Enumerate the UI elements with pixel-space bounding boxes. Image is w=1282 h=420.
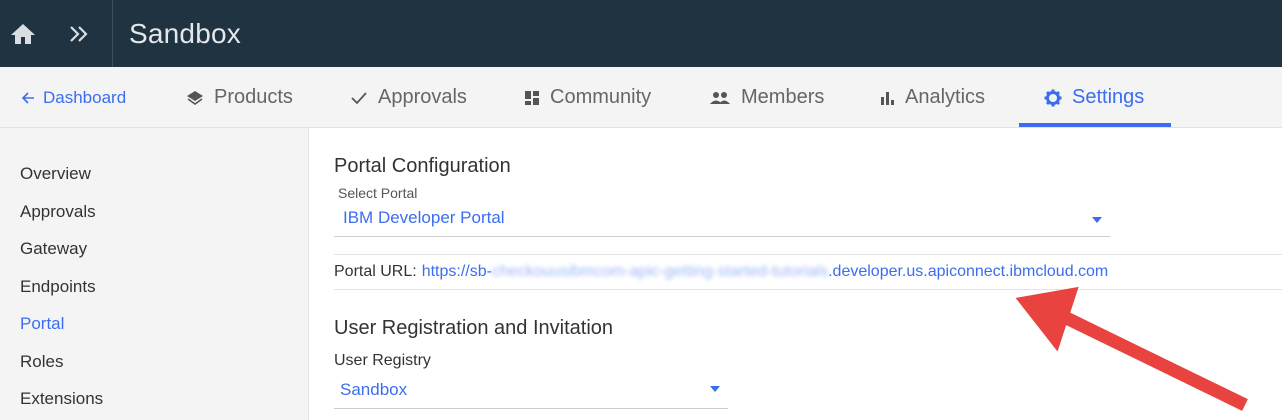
arrow-left-icon [21, 91, 35, 105]
header-divider [112, 0, 113, 67]
active-tab-indicator [1019, 123, 1171, 127]
sidebar-item-overview[interactable]: Overview [20, 164, 91, 184]
tab-label: Community [550, 86, 652, 108]
tab-analytics[interactable]: Analytics [879, 67, 985, 128]
user-registry-underline [334, 408, 728, 409]
tab-label: Settings [1072, 86, 1145, 108]
tab-products[interactable]: Products [186, 67, 293, 128]
tab-community[interactable]: Community [524, 67, 651, 128]
tab-settings[interactable]: Settings [1044, 67, 1144, 128]
double-chevron-right-icon [70, 25, 88, 42]
url-redacted: checkouusibmcom-apic-getting-started-tut… [491, 263, 829, 280]
tab-label: Dashboard [43, 87, 127, 107]
check-icon [350, 91, 368, 105]
expand-nav-button[interactable] [46, 0, 112, 67]
tab-label: Approvals [378, 86, 467, 108]
people-icon [709, 91, 731, 105]
annotation-arrow-icon [1015, 286, 1248, 411]
sidebar-item-approvals[interactable]: Approvals [20, 202, 96, 222]
bar-chart-icon [879, 91, 895, 105]
sidebar-item-roles[interactable]: Roles [20, 352, 63, 372]
tab-label: Members [741, 86, 825, 108]
url-prefix: https://sb- [421, 263, 492, 280]
tab-members[interactable]: Members [709, 67, 824, 128]
chevron-down-icon [710, 386, 720, 392]
tab-label: Analytics [905, 86, 986, 108]
home-button[interactable] [0, 0, 46, 67]
sidebar-item-gateway[interactable]: Gateway [20, 239, 87, 259]
user-registration-heading: User Registration and Invitation [334, 317, 614, 339]
sidebar-item-portal[interactable]: Portal [20, 314, 64, 334]
user-registry-value: Sandbox [340, 380, 408, 399]
grid-icon [524, 90, 540, 106]
portal-config-heading: Portal Configuration [334, 155, 511, 177]
gear-icon [1044, 89, 1062, 107]
tab-bar: Dashboard Products Approvals Community M… [0, 67, 1282, 128]
portal-select-value: IBM Developer Portal [343, 208, 505, 227]
portal-url-label: Portal URL: [334, 263, 417, 280]
tab-label: Products [214, 86, 293, 108]
home-icon [11, 23, 35, 44]
portal-select-underline [334, 236, 1110, 237]
tab-approvals[interactable]: Approvals [350, 67, 467, 128]
select-portal-label: Select Portal [338, 185, 418, 201]
sidebar-item-endpoints[interactable]: Endpoints [20, 277, 96, 297]
settings-sidebar: Overview Approvals Gateway Endpoints Por… [0, 128, 309, 420]
chevron-down-icon [1092, 217, 1102, 223]
layers-icon [186, 90, 204, 106]
sidebar-item-extensions[interactable]: Extensions [20, 389, 103, 409]
page-title: Sandbox [129, 17, 241, 49]
tab-dashboard[interactable]: Dashboard [21, 67, 126, 128]
user-registry-label: User Registry [334, 352, 431, 369]
app-header: Sandbox [0, 0, 1282, 67]
